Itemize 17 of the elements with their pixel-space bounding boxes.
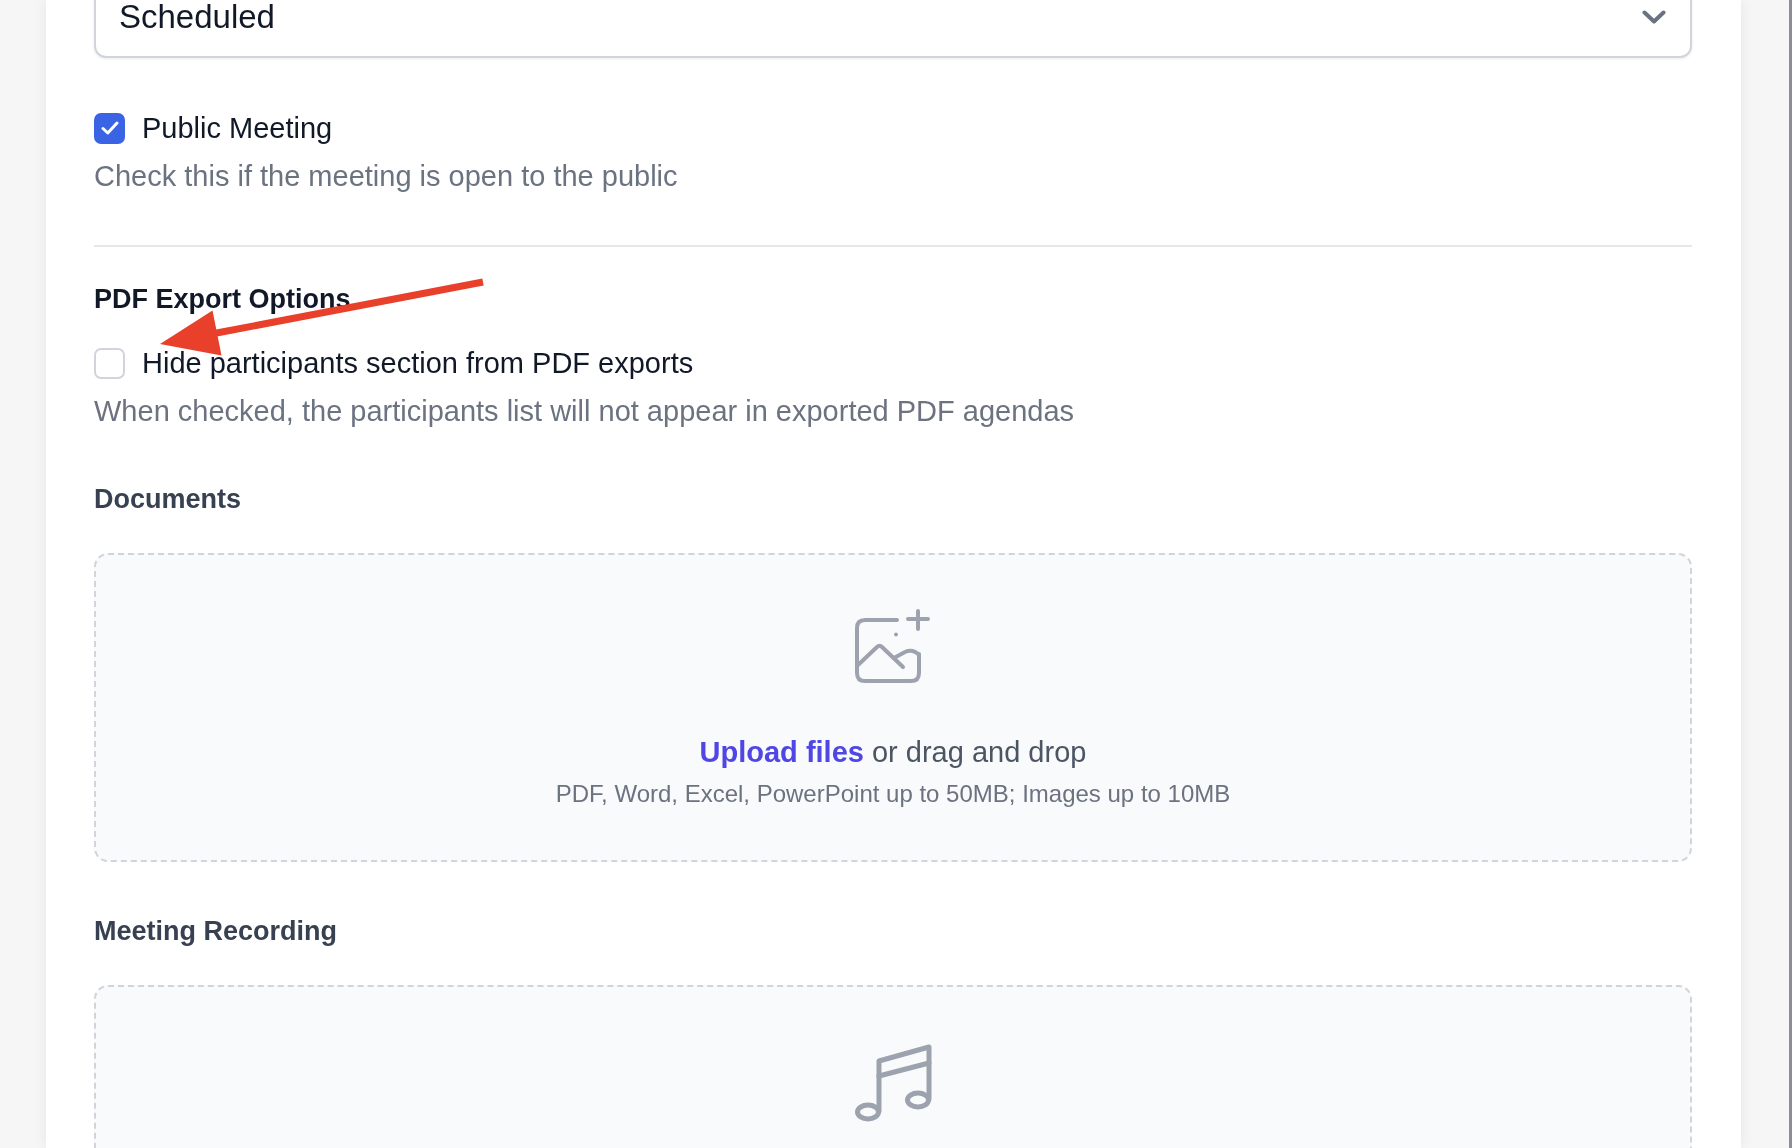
upload-hint: PDF, Word, Excel, PowerPoint up to 50MB; Images up to 10MB — [555, 779, 1231, 809]
checkbox-label: Public Meeting — [142, 111, 333, 146]
upload-dropzone[interactable]: Upload files or drag and drop PDF, Word, Excel, PowerPoint up to 50MB; Images up to 10MB — [94, 553, 1692, 862]
checkmark-icon — [100, 121, 119, 135]
section-heading: Meeting Recording — [94, 915, 338, 948]
image-plus-icon — [854, 609, 932, 685]
checkbox-label: Hide participants section from PDF exports — [142, 346, 694, 381]
help-text: Check this if the meeting is open to the public — [94, 159, 679, 194]
chevron-down-icon — [1642, 10, 1666, 24]
upload-files-link[interactable]: Upload files — [699, 736, 864, 768]
section-heading: PDF Export Options — [94, 283, 352, 316]
upload-prompt: Upload files or drag and drop — [699, 735, 1087, 770]
checkbox[interactable] — [94, 112, 125, 144]
help-text: When checked, the participants list will not appear in exported PDF agendas — [94, 394, 1076, 429]
status-select[interactable]: Scheduled — [94, 0, 1692, 58]
section-heading: Documents — [94, 483, 243, 516]
checkbox[interactable] — [94, 347, 125, 379]
